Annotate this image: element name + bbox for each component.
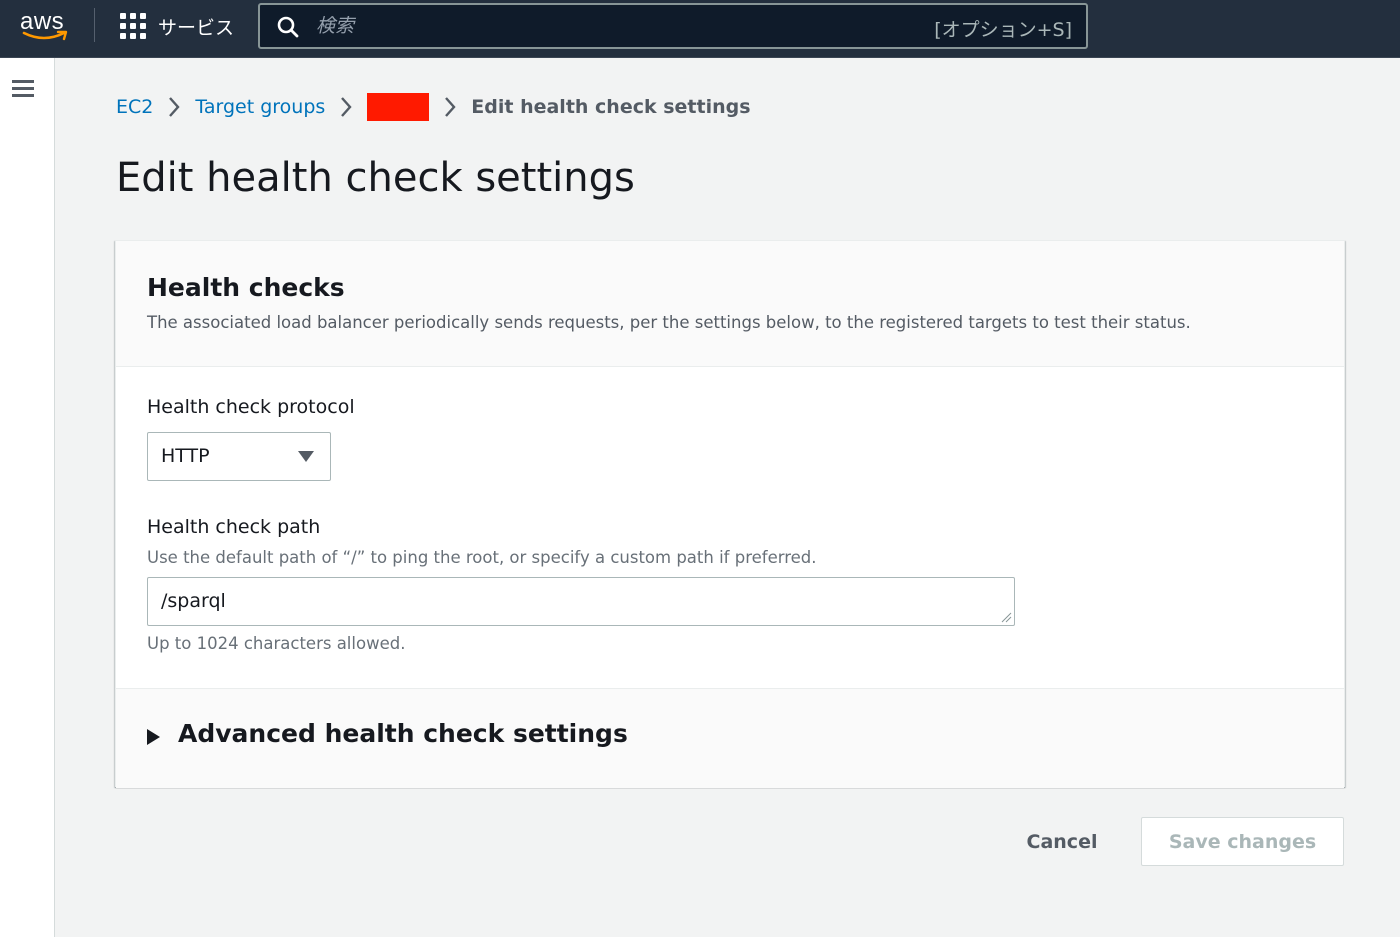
advanced-settings-expander[interactable]: Advanced health check settings xyxy=(116,688,1344,788)
path-input-value: /sparql xyxy=(161,590,226,612)
grid-icon xyxy=(120,13,146,39)
search-input[interactable] xyxy=(316,13,876,39)
search-shortcut-hint: [オプション+S] xyxy=(934,19,1072,41)
path-description: Use the default path of “/” to ping the … xyxy=(147,548,817,567)
health-checks-panel: Health checks The associated load balanc… xyxy=(115,240,1345,788)
resize-handle-icon[interactable] xyxy=(1000,611,1012,623)
panel-description: The associated load balancer periodicall… xyxy=(147,313,1191,332)
save-changes-button[interactable]: Save changes xyxy=(1141,817,1344,866)
search-bar[interactable]: [オプション+S] xyxy=(258,3,1088,49)
menu-icon[interactable] xyxy=(12,80,34,98)
breadcrumb: EC2 Target groups Edit health check sett… xyxy=(116,93,751,121)
page-title: Edit health check settings xyxy=(116,155,635,201)
chevron-right-icon xyxy=(339,96,353,118)
caret-right-icon xyxy=(147,729,160,745)
breadcrumb-ec2[interactable]: EC2 xyxy=(116,96,153,118)
aws-logo[interactable]: aws xyxy=(20,8,72,44)
panel-header: Health checks The associated load balanc… xyxy=(116,241,1344,367)
chevron-right-icon xyxy=(167,96,181,118)
topbar-divider xyxy=(94,8,95,42)
panel-title: Health checks xyxy=(147,273,345,302)
path-input[interactable]: /sparql xyxy=(147,577,1015,626)
advanced-settings-label: Advanced health check settings xyxy=(178,719,628,748)
protocol-label: Health check protocol xyxy=(147,396,355,418)
side-navigation xyxy=(0,58,55,937)
breadcrumb-target-groups[interactable]: Target groups xyxy=(195,96,325,118)
services-label: サービス xyxy=(158,16,235,39)
protocol-select-value: HTTP xyxy=(161,445,210,467)
breadcrumb-current: Edit health check settings xyxy=(471,96,751,118)
cancel-button[interactable]: Cancel xyxy=(1010,818,1114,866)
chevron-right-icon xyxy=(443,96,457,118)
breadcrumb-target-group-redacted[interactable] xyxy=(367,93,430,121)
services-menu-button[interactable]: サービス xyxy=(120,12,234,40)
aws-smile-icon xyxy=(22,30,68,41)
search-icon xyxy=(277,16,299,38)
top-navigation-bar: aws サービス [オプション+S] xyxy=(0,0,1400,58)
protocol-select[interactable]: HTTP xyxy=(147,432,331,481)
path-label: Health check path xyxy=(147,516,321,538)
path-constraint: Up to 1024 characters allowed. xyxy=(147,634,406,653)
caret-down-icon xyxy=(298,451,314,462)
